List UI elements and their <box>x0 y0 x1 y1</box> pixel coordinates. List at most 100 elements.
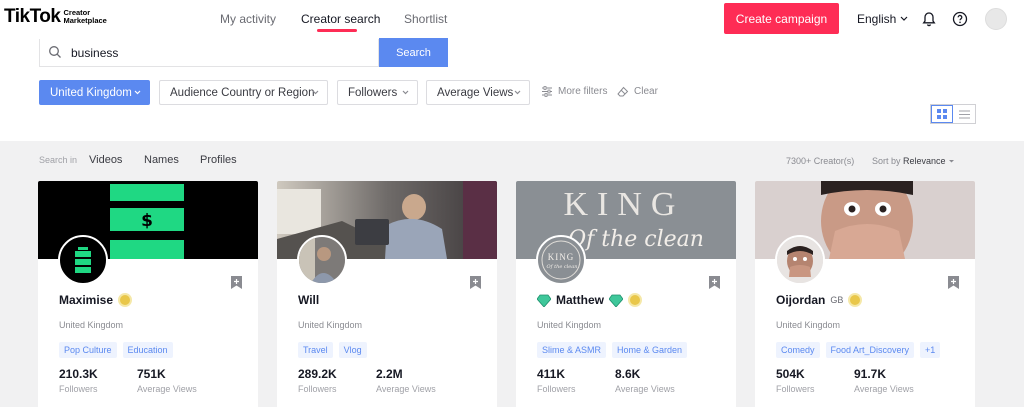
creator-country: United Kingdom <box>298 320 363 330</box>
avatar-title-text: KING <box>548 252 575 262</box>
more-filters-button[interactable]: More filters <box>541 86 607 97</box>
user-avatar[interactable] <box>985 8 1007 30</box>
clear-label: Clear <box>634 86 658 97</box>
create-campaign-button[interactable]: Create campaign <box>724 3 839 34</box>
sort-dropdown[interactable]: Sort by Relevance <box>872 156 955 166</box>
cover-subtitle-text: Of the clean <box>568 227 704 252</box>
bookmark-icon[interactable] <box>709 276 720 289</box>
filter-country[interactable]: United Kingdom <box>39 80 150 105</box>
gold-badge-icon <box>118 293 133 307</box>
filter-followers[interactable]: Followers <box>337 80 418 105</box>
tag[interactable]: Food Art_Discovery <box>825 342 915 358</box>
tag-list: Slime & ASMR Home & Garden <box>537 342 688 358</box>
tag[interactable]: Education <box>122 342 173 358</box>
eraser-icon <box>617 86 629 97</box>
creator-name-text: Will <box>298 293 320 307</box>
green-gem-icon <box>609 294 623 307</box>
creator-country: United Kingdom <box>537 320 602 330</box>
more-tags[interactable]: +1 <box>920 342 941 358</box>
view-toggle <box>930 104 976 124</box>
list-view-button[interactable] <box>953 105 975 123</box>
tag[interactable]: Comedy <box>776 342 820 358</box>
filter-audience-label: Audience Country or Region <box>170 86 315 99</box>
clear-filters-button[interactable]: Clear <box>617 86 658 97</box>
creator-name[interactable]: Matthew <box>537 293 642 307</box>
creator-name[interactable]: Oijordan GB <box>776 293 863 307</box>
bell-icon[interactable] <box>920 10 938 28</box>
tag[interactable]: Pop Culture <box>59 342 117 358</box>
tag-list: Comedy Food Art_Discovery +1 <box>776 342 941 358</box>
search-in-label: Search in <box>39 155 78 165</box>
creator-card[interactable]: Will United Kingdom Travel Vlog 289.2K F… <box>277 181 497 407</box>
bookmark-icon[interactable] <box>948 276 959 289</box>
avatar <box>297 235 347 285</box>
followers-value: 210.3K <box>59 367 98 381</box>
logo-wordmark: TikTok <box>4 6 61 27</box>
bookmark-icon[interactable] <box>231 276 242 289</box>
bookmark-icon[interactable] <box>470 276 481 289</box>
sort-value: Relevance <box>903 156 946 166</box>
tab-my-activity[interactable]: My activity <box>220 12 276 26</box>
avg-views-stat: 91.7K Average Views <box>854 367 914 394</box>
avatar-photo <box>777 237 823 283</box>
search-input[interactable] <box>71 45 351 60</box>
logo-subtitle: Creator Marketplace <box>63 9 106 25</box>
creator-country: United Kingdom <box>776 320 841 330</box>
followers-stat: 504K Followers <box>776 367 815 394</box>
search-box <box>39 39 379 67</box>
avg-views-label: Average Views <box>615 384 675 394</box>
filter-audience-country[interactable]: Audience Country or Region <box>159 80 328 105</box>
followers-value: 504K <box>776 367 805 381</box>
followers-label: Followers <box>59 384 98 394</box>
more-filters-label: More filters <box>558 86 608 97</box>
list-icon <box>958 110 970 118</box>
tag[interactable]: Travel <box>298 342 333 358</box>
search-in-names[interactable]: Names <box>144 154 179 166</box>
filter-followers-label: Followers <box>348 86 398 99</box>
tab-shortlist[interactable]: Shortlist <box>404 12 447 26</box>
followers-stat: 289.2K Followers <box>298 367 337 394</box>
active-tab-indicator <box>317 29 357 32</box>
creator-name-text: Maximise <box>59 293 114 307</box>
help-icon[interactable] <box>951 10 969 28</box>
search-in-profiles[interactable]: Profiles <box>200 154 237 166</box>
followers-label: Followers <box>537 384 576 394</box>
tag[interactable]: Slime & ASMR <box>537 342 607 358</box>
avg-views-stat: 751K Average Views <box>137 367 197 394</box>
creator-name[interactable]: Will <box>298 293 319 307</box>
language-selector[interactable]: English <box>857 12 908 26</box>
search-button[interactable]: Search <box>379 38 448 67</box>
search-icon <box>49 46 61 58</box>
country-code: GB <box>830 295 844 305</box>
avatar <box>58 235 108 285</box>
tag[interactable]: Vlog <box>338 342 367 358</box>
chevron-down-icon <box>134 90 141 95</box>
creator-name[interactable]: Maximise <box>59 293 133 307</box>
top-nav: TikTok Creator Marketplace My activity C… <box>0 0 1024 38</box>
tiktok-logo[interactable]: TikTok Creator Marketplace <box>4 6 107 28</box>
tag[interactable]: Home & Garden <box>612 342 688 358</box>
avatar: KING Of the clean <box>536 235 586 285</box>
avg-views-value: 91.7K <box>854 367 887 381</box>
tab-creator-search[interactable]: Creator search <box>301 12 380 26</box>
creator-card[interactable]: Oijordan GB United Kingdom Comedy Food A… <box>755 181 975 407</box>
followers-value: 289.2K <box>298 367 337 381</box>
avatar-photo <box>299 237 345 283</box>
tag-list: Travel Vlog <box>298 342 367 358</box>
gold-badge-icon <box>628 293 642 307</box>
followers-value: 411K <box>537 367 566 381</box>
filter-average-views[interactable]: Average Views <box>426 80 530 105</box>
avg-views-value: 8.6K <box>615 367 641 381</box>
grid-view-button[interactable] <box>931 105 954 123</box>
creator-card[interactable]: $ Maximise United Kingdom Pop Culture Ed… <box>38 181 258 407</box>
avatar <box>775 235 825 285</box>
search-in-videos[interactable]: Videos <box>89 154 122 166</box>
creator-card[interactable]: KING Of the clean KING Of the clean Matt… <box>516 181 736 407</box>
svg-text:$: $ <box>141 211 153 231</box>
sort-label: Sort by <box>872 156 901 166</box>
sliders-icon <box>542 86 552 97</box>
avg-views-value: 751K <box>137 367 166 381</box>
chevron-down-icon <box>312 90 319 95</box>
followers-label: Followers <box>298 384 337 394</box>
avg-views-value: 2.2M <box>376 367 403 381</box>
